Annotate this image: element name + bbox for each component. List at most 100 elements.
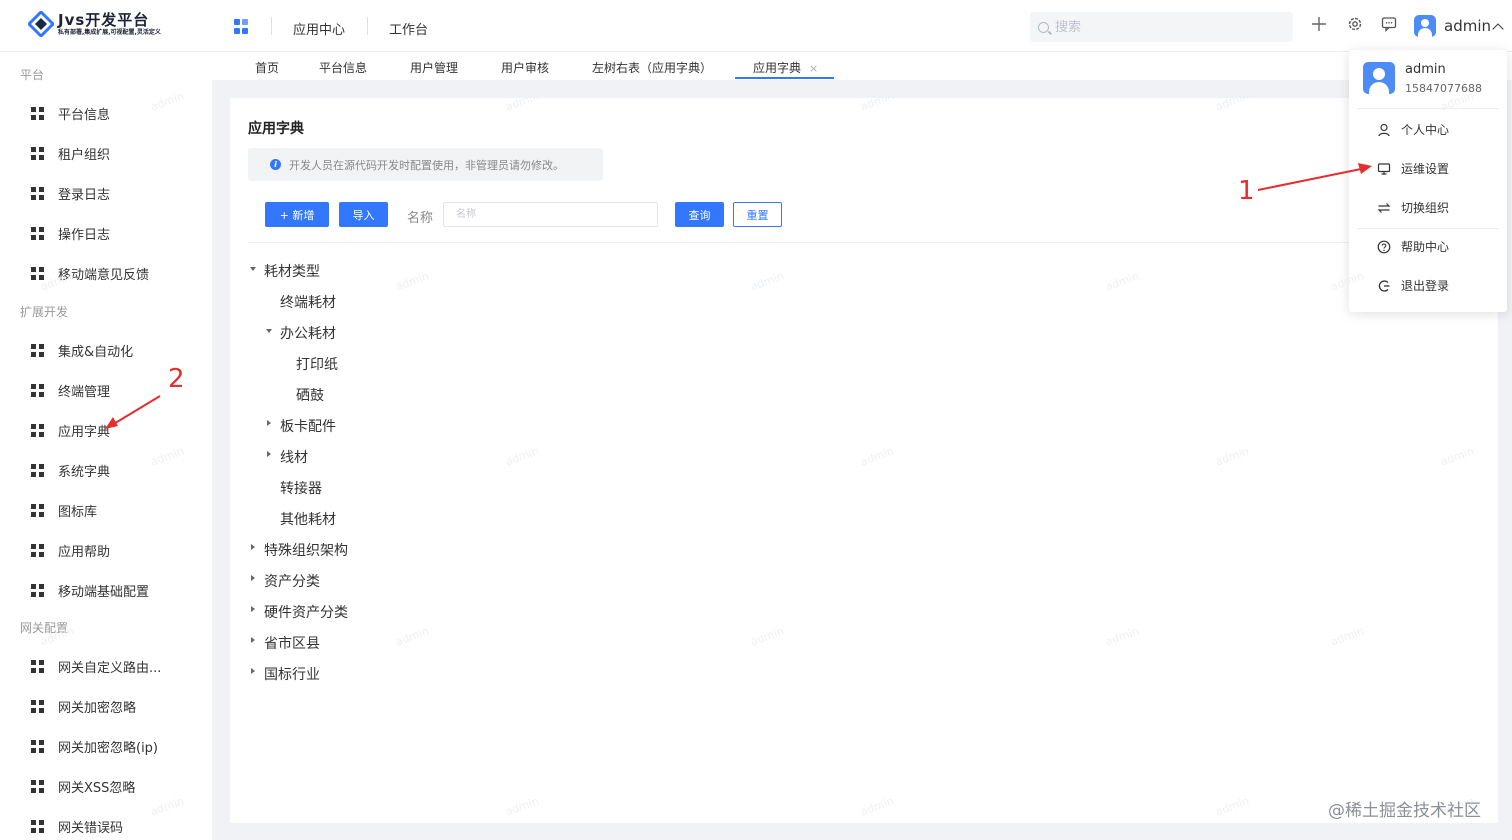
tree-node[interactable]: 其他耗材 bbox=[280, 509, 336, 529]
tree-node[interactable]: 硬件资产分类 bbox=[264, 602, 348, 622]
sidebar-item-icon-library[interactable]: 图标库 bbox=[31, 501, 97, 520]
menu-item-label: 个人中心 bbox=[1401, 123, 1450, 137]
menu-item-ops-settings[interactable]: 运维设置 bbox=[1377, 160, 1449, 177]
swap-icon bbox=[1377, 202, 1391, 213]
sidebar-item-mobile-config[interactable]: 移动端基础配置 bbox=[31, 581, 149, 600]
message-icon[interactable] bbox=[1380, 16, 1398, 34]
sidebar-item-label: 移动端意见反馈 bbox=[58, 268, 150, 283]
sidebar-item-system-dictionary[interactable]: 系统字典 bbox=[31, 461, 110, 480]
tree-node[interactable]: 特殊组织架构 bbox=[264, 540, 348, 560]
sidebar-item-app-help[interactable]: 应用帮助 bbox=[31, 541, 110, 560]
tree-node[interactable]: 板卡配件 bbox=[280, 416, 336, 436]
plus-icon[interactable] bbox=[1310, 16, 1328, 34]
sidebar-item-gateway-error-code[interactable]: 网关错误码 bbox=[31, 817, 123, 836]
grid-icon bbox=[31, 107, 44, 120]
tab-tree-table[interactable]: 左树右表（应用字典） bbox=[592, 59, 712, 76]
tab-home[interactable]: 首页 bbox=[255, 59, 279, 76]
nav-workbench[interactable]: 工作台 bbox=[389, 19, 428, 38]
logo[interactable]: Jvs开发平台 私有部署,集成扩展,可视配置,灵活定义 bbox=[28, 11, 161, 37]
sidebar-item-mobile-feedback[interactable]: 移动端意见反馈 bbox=[31, 264, 149, 283]
tree-node[interactable]: 硒鼓 bbox=[296, 385, 324, 405]
sidebar-group-platform: 平台 bbox=[20, 68, 45, 82]
grid-icon bbox=[31, 740, 44, 753]
query-button[interactable]: 查询 bbox=[675, 202, 724, 227]
tree-node[interactable]: 线材 bbox=[280, 447, 308, 467]
monitor-icon bbox=[1377, 162, 1391, 175]
nav-app-center[interactable]: 应用中心 bbox=[293, 19, 345, 38]
help-icon bbox=[1377, 240, 1391, 253]
tree-node[interactable]: 终端耗材 bbox=[280, 292, 336, 312]
divider bbox=[248, 242, 1480, 243]
sidebar-item-platform-info[interactable]: 平台信息 bbox=[31, 104, 110, 123]
gear-icon[interactable] bbox=[1346, 16, 1364, 34]
sidebar-group-gateway: 网关配置 bbox=[20, 621, 69, 635]
menu-item-switch-org[interactable]: 切换组织 bbox=[1377, 199, 1449, 216]
user-menu-trigger[interactable]: admin bbox=[1414, 15, 1504, 37]
tree-node[interactable]: 省市区县 bbox=[264, 633, 320, 653]
sidebar-item-gateway-encrypt-ignore[interactable]: 网关加密忽略 bbox=[31, 697, 136, 716]
page-title: 应用字典 bbox=[248, 121, 304, 137]
avatar bbox=[1363, 62, 1395, 94]
sidebar-item-integration[interactable]: 集成&自动化 bbox=[31, 341, 133, 360]
sidebar-item-label: 网关加密忽略 bbox=[58, 701, 137, 716]
caret-right-icon[interactable] bbox=[251, 668, 255, 674]
sidebar-item-tenant-org[interactable]: 租户组织 bbox=[31, 144, 110, 163]
user-icon bbox=[1378, 123, 1390, 136]
tree-node[interactable]: 办公耗材 bbox=[280, 323, 336, 343]
sidebar-item-gateway-route[interactable]: 网关自定义路由... bbox=[31, 657, 161, 676]
close-icon[interactable]: × bbox=[809, 62, 818, 75]
import-button[interactable]: 导入 bbox=[339, 202, 388, 227]
apps-icon[interactable] bbox=[234, 19, 249, 34]
sidebar-item-gateway-xss-ignore[interactable]: 网关XSS忽略 bbox=[31, 777, 135, 796]
caret-down-icon[interactable] bbox=[250, 267, 256, 271]
tab-platform-info[interactable]: 平台信息 bbox=[319, 59, 367, 76]
caret-right-icon[interactable] bbox=[251, 575, 255, 581]
caret-right-icon[interactable] bbox=[251, 606, 255, 612]
grid-icon bbox=[31, 700, 44, 713]
caret-right-icon[interactable] bbox=[267, 451, 271, 457]
header-divider bbox=[271, 17, 272, 35]
search-box[interactable] bbox=[1030, 12, 1293, 42]
sidebar-item-label: 网关错误码 bbox=[58, 821, 124, 836]
reset-button[interactable]: 重置 bbox=[733, 202, 782, 227]
logo-subtitle: 私有部署,集成扩展,可视配置,灵活定义 bbox=[58, 29, 161, 36]
caret-down-icon[interactable] bbox=[266, 329, 272, 333]
menu-item-personal-center[interactable]: 个人中心 bbox=[1377, 121, 1449, 138]
tab-user-review[interactable]: 用户审核 bbox=[501, 59, 549, 76]
tab-user-mgmt[interactable]: 用户管理 bbox=[410, 59, 458, 76]
dropdown-divider bbox=[1357, 228, 1499, 229]
user-name: admin bbox=[1444, 17, 1491, 35]
sidebar-item-app-dictionary[interactable]: 应用字典 bbox=[31, 421, 110, 440]
add-button[interactable]: + 新增 bbox=[265, 202, 329, 227]
filter-label: 名称 bbox=[407, 211, 434, 226]
menu-item-logout[interactable]: 退出登录 bbox=[1377, 277, 1449, 294]
tree-node[interactable]: 打印纸 bbox=[296, 354, 338, 374]
name-filter-input[interactable] bbox=[443, 202, 658, 227]
tab-app-dictionary[interactable]: 应用字典 × bbox=[753, 59, 818, 76]
sidebar-item-operation-log[interactable]: 操作日志 bbox=[31, 224, 110, 243]
dropdown-user-phone: 15847077688 bbox=[1405, 82, 1482, 95]
sidebar-item-terminal-mgmt[interactable]: 终端管理 bbox=[31, 381, 110, 400]
caret-right-icon[interactable] bbox=[251, 637, 255, 643]
sidebar-item-gateway-encrypt-ignore-ip[interactable]: 网关加密忽略(ip) bbox=[31, 737, 158, 756]
caret-right-icon[interactable] bbox=[267, 420, 271, 426]
sidebar-item-label: 终端管理 bbox=[58, 385, 111, 400]
grid-icon bbox=[31, 820, 44, 833]
chevron-up-icon bbox=[1492, 22, 1504, 35]
tree-node[interactable]: 耗材类型 bbox=[264, 261, 320, 281]
search-input[interactable] bbox=[1055, 19, 1275, 35]
menu-item-help-center[interactable]: 帮助中心 bbox=[1377, 238, 1449, 255]
sidebar-item-login-log[interactable]: 登录日志 bbox=[31, 184, 110, 203]
tree-node[interactable]: 国标行业 bbox=[264, 664, 320, 684]
tree-node[interactable]: 转接器 bbox=[280, 478, 322, 498]
info-icon: i bbox=[270, 159, 281, 170]
grid-icon bbox=[31, 384, 44, 397]
grid-icon bbox=[31, 504, 44, 517]
tree-node[interactable]: 资产分类 bbox=[264, 571, 320, 591]
notice-banner: i 开发人员在源代码开发时配置使用，非管理员请勿修改。 bbox=[248, 148, 603, 181]
grid-icon bbox=[31, 424, 44, 437]
menu-item-label: 帮助中心 bbox=[1401, 240, 1450, 254]
caret-right-icon[interactable] bbox=[251, 544, 255, 550]
sidebar-item-label: 应用帮助 bbox=[58, 545, 111, 560]
sidebar-item-label: 平台信息 bbox=[58, 108, 111, 123]
